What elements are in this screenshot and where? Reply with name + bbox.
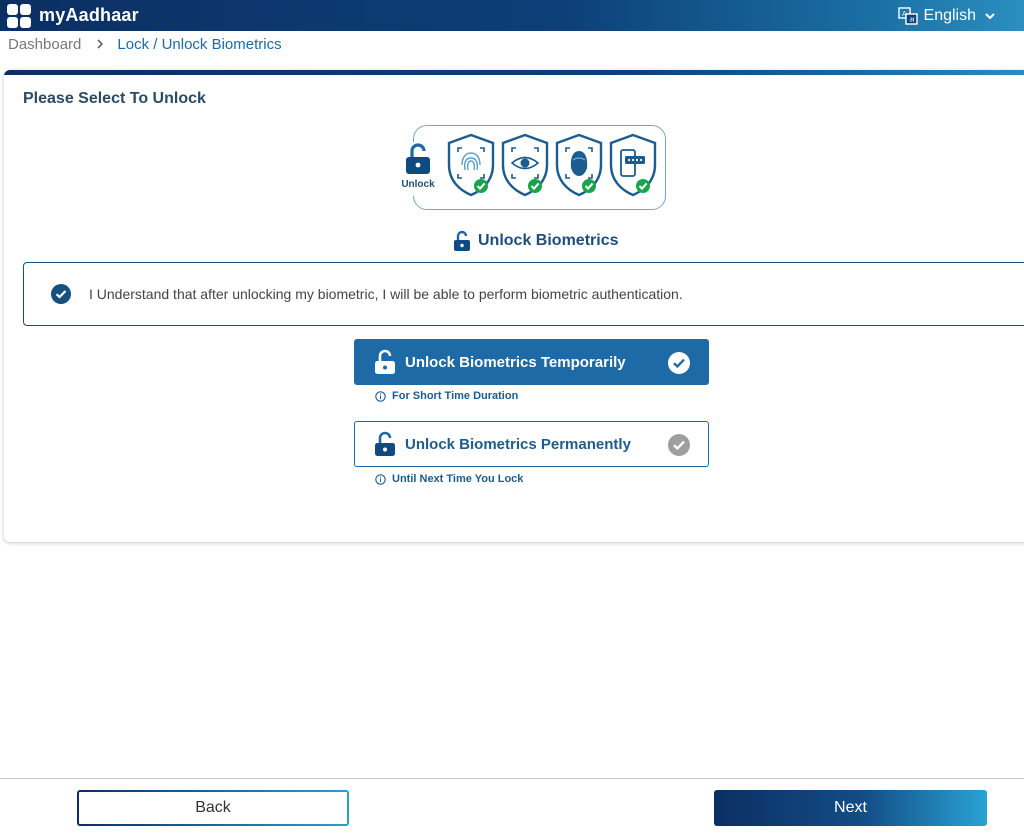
card-accent-bar [4, 70, 1024, 75]
unlock-permanently-note: Until Next Time You Lock [375, 472, 523, 486]
illustration-unlock-label: Unlock [401, 179, 435, 190]
unlock-padlock-icon [375, 431, 395, 456]
biometrics-illustration: Unlock [395, 124, 673, 212]
check-circle-icon [668, 352, 690, 374]
next-button[interactable]: Next [714, 790, 987, 826]
unlock-card: Please Select To Unlock Unlock Unlock Bi… [4, 70, 1024, 542]
breadcrumb-dashboard-link[interactable]: Dashboard [8, 36, 81, 53]
translate-icon: A अ [897, 6, 918, 25]
app-header: myAadhaar A अ English [0, 0, 1024, 31]
otp-device-shield-icon [609, 133, 657, 197]
svg-text:अ: अ [909, 16, 915, 24]
unlock-permanently-label: Unlock Biometrics Permanently [405, 435, 631, 453]
face-shield-icon [555, 133, 603, 197]
consent-checkbox[interactable] [51, 284, 71, 304]
unlock-permanently-button[interactable]: Unlock Biometrics Permanently [354, 421, 709, 467]
section-heading: Unlock Biometrics [452, 229, 618, 253]
page-title: Please Select To Unlock [23, 90, 206, 107]
iris-shield-icon [501, 133, 549, 197]
consent-text: I Understand that after unlocking my bio… [89, 286, 683, 302]
svg-text:A: A [902, 10, 907, 18]
unlock-padlock-icon [454, 230, 470, 251]
unlock-padlock-icon [375, 349, 395, 374]
unlock-temporarily-label: Unlock Biometrics Temporarily [405, 353, 626, 371]
brand[interactable]: myAadhaar [7, 3, 139, 28]
unlock-permanently-note-text: Until Next Time You Lock [392, 473, 524, 485]
language-selector[interactable]: A अ English [897, 3, 996, 28]
unlock-temporarily-note-text: For Short Time Duration [392, 390, 519, 402]
brand-name: myAadhaar [39, 5, 139, 25]
unlock-temporarily-button[interactable]: Unlock Biometrics Temporarily [354, 339, 709, 385]
breadcrumb-current: Lock / Unlock Biometrics [117, 35, 282, 53]
unlock-temporarily-note: For Short Time Duration [375, 389, 518, 403]
info-icon [375, 473, 386, 485]
illustration-unlock: Unlock [395, 142, 441, 196]
app-grid-logo-icon [7, 3, 31, 28]
back-button[interactable]: Back [77, 790, 349, 826]
chevron-down-icon [985, 12, 995, 19]
fingerprint-shield-icon [447, 133, 495, 197]
chevron-right-icon [97, 39, 104, 49]
info-icon [375, 390, 386, 402]
breadcrumb: Dashboard Lock / Unlock Biometrics [8, 34, 282, 54]
language-label: English [923, 6, 976, 24]
check-circle-icon [668, 434, 690, 456]
consent-box: I Understand that after unlocking my bio… [23, 262, 1024, 326]
unlock-padlock-icon [406, 143, 430, 174]
section-heading-text: Unlock Biometrics [478, 232, 619, 249]
footer-divider [0, 778, 1024, 779]
